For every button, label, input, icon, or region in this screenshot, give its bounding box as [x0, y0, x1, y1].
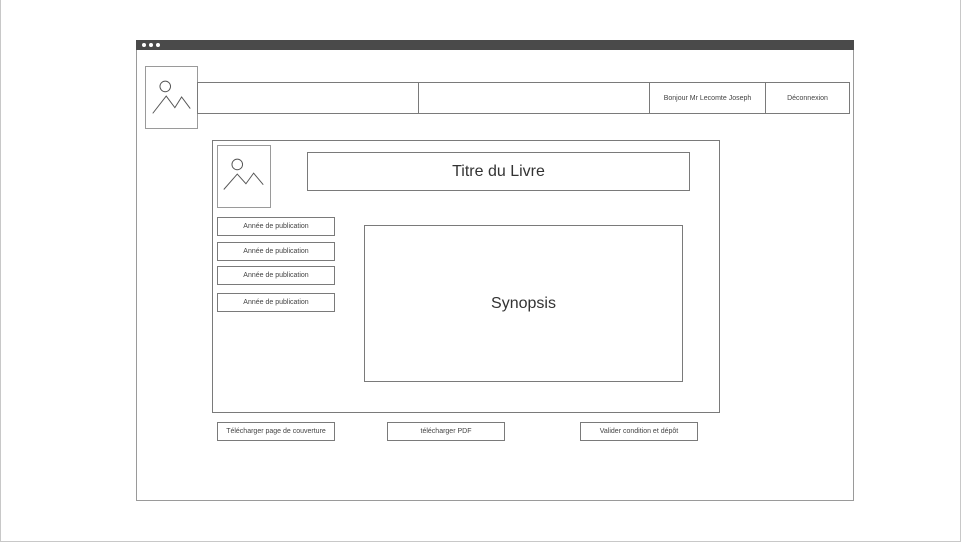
publication-year-field[interactable]: Année de publication [217, 242, 335, 261]
window-title-bar [136, 40, 854, 50]
nav-cell-2[interactable] [418, 82, 650, 114]
window-dot-icon[interactable] [142, 43, 146, 47]
download-cover-button[interactable]: Télécharger page de couverture [217, 422, 335, 441]
download-pdf-button[interactable]: télécharger PDF [387, 422, 505, 441]
publication-year-field[interactable]: Année de publication [217, 266, 335, 285]
book-title: Titre du Livre [307, 152, 690, 191]
logo-image-placeholder-icon [145, 66, 198, 129]
browser-window: Bonjour Mr Lecomte Joseph Déconnexion Ti… [136, 40, 854, 501]
nav-cell-1[interactable] [197, 82, 419, 114]
publication-year-field[interactable]: Année de publication [217, 217, 335, 236]
window-dot-icon[interactable] [149, 43, 153, 47]
window-dot-icon[interactable] [156, 43, 160, 47]
logout-button[interactable]: Déconnexion [765, 82, 850, 114]
greeting-text: Bonjour Mr Lecomte Joseph [649, 82, 766, 114]
publication-year-field[interactable]: Année de publication [217, 293, 335, 312]
window-controls [142, 43, 160, 47]
validate-deposit-button[interactable]: Valider condition et dépôt [580, 422, 698, 441]
synopsis-box[interactable]: Synopsis [364, 225, 683, 382]
cover-image-placeholder-icon [217, 145, 271, 208]
